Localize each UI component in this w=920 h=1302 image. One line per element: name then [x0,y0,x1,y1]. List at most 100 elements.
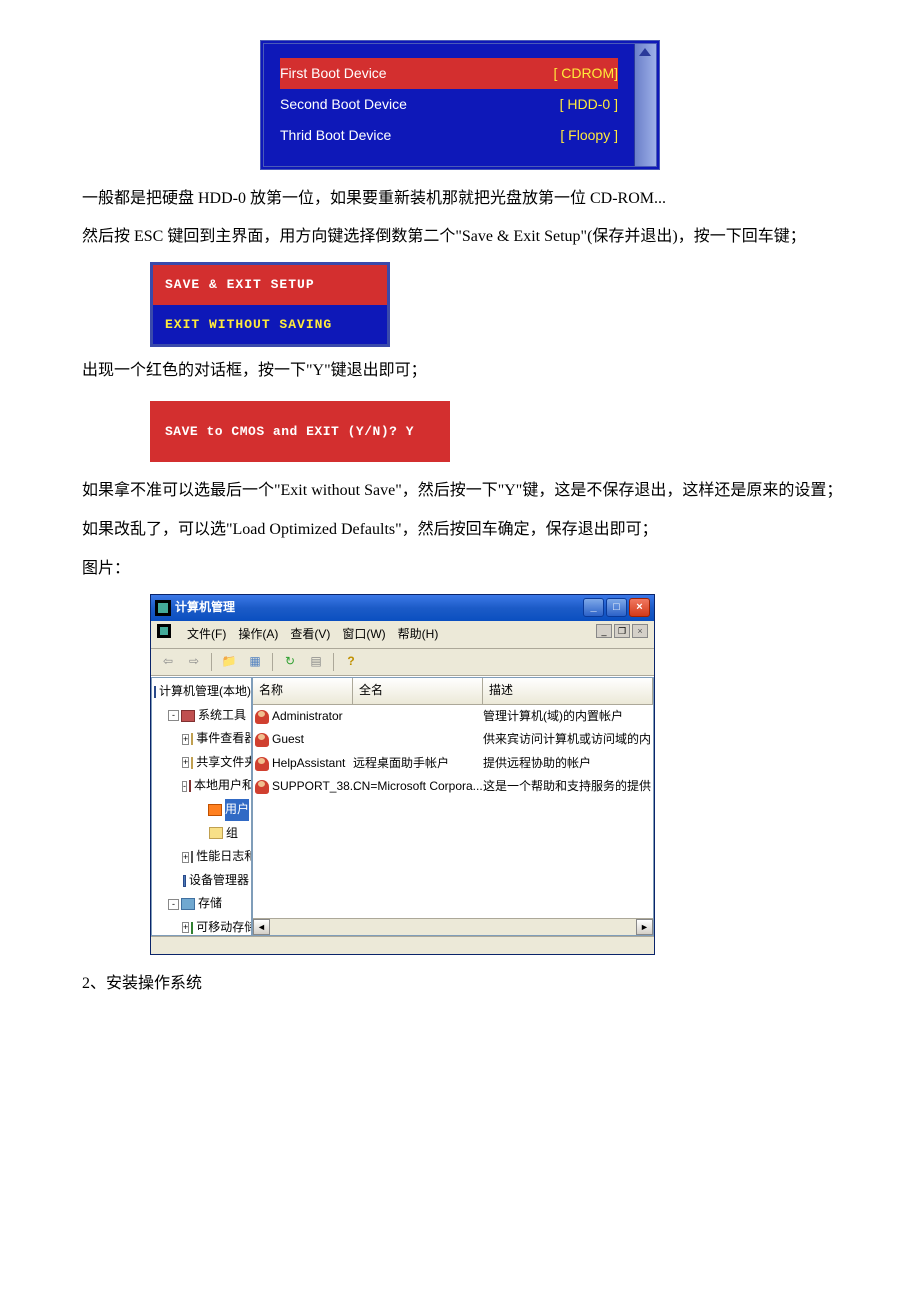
export-button[interactable]: ▤ [305,652,327,672]
menu-window[interactable]: 窗口(W) [342,624,385,646]
computer-icon [154,686,156,698]
cell-fullname: CN=Microsoft Corpora... [353,776,483,798]
cmos-dialog-image: SAVE to CMOS and EXIT (Y/N)? Y [150,401,450,462]
tree-shared-folders[interactable]: +共享文件夹 [154,751,249,775]
menu-file[interactable]: 文件(F) [187,624,226,646]
properties-icon: ▦ [249,651,260,673]
folder-icon [209,827,223,839]
cell-name: Administrator [272,706,343,728]
tree-label: 用户 [225,799,249,821]
user-icon [255,733,269,747]
scroll-right-button[interactable]: ► [636,919,653,935]
scroll-track[interactable] [270,919,636,935]
back-button[interactable]: ⇦ [157,652,179,672]
paragraph-2: 然后按 ESC 键回到主界面，用方向键选择倒数第二个"Save & Exit S… [50,223,870,252]
child-close[interactable]: × [632,624,648,638]
scroll-left-button[interactable]: ◄ [253,919,270,935]
expand-icon[interactable]: + [182,757,189,768]
collapse-icon[interactable]: - [182,781,187,792]
cell-name: SUPPORT_38... [272,776,360,798]
menu-action[interactable]: 操作(A) [238,624,278,646]
child-window-buttons: _ ❐ × [596,624,648,646]
close-button[interactable]: × [629,598,650,617]
help-icon: ? [347,651,354,673]
menu-view[interactable]: 查看(V) [290,624,330,646]
doc-icon [157,624,171,638]
col-name[interactable]: 名称 [253,678,353,705]
window-buttons: _ □ × [583,598,650,617]
paragraph-1: 一般都是把硬盘 HDD-0 放第一位，如果要重新装机那就把光盘放第一位 CD-R… [50,185,870,214]
boot-value: [ CDROM] [553,61,618,86]
child-restore[interactable]: ❐ [614,624,630,638]
tree-label: 可移动存储 [196,917,252,936]
expand-icon[interactable]: + [182,922,189,933]
list-row[interactable]: SUPPORT_38... CN=Microsoft Corpora... 这是… [253,775,653,799]
tree-perf-logs[interactable]: +性能日志和警报 [154,845,249,869]
tree-root[interactable]: 计算机管理(本地) [154,680,249,704]
cell-desc: 供来宾访问计算机或访问域的内 [483,729,651,751]
collapse-icon[interactable]: - [168,899,179,910]
device-icon [183,875,186,887]
tree-label: 事件查看器 [196,728,252,750]
users-group-icon [189,780,191,792]
list-row[interactable]: Guest 供来宾访问计算机或访问域的内 [253,728,653,752]
list-row[interactable]: Administrator 管理计算机(域)的内置帐户 [253,705,653,729]
list-body[interactable]: Administrator 管理计算机(域)的内置帐户 Guest 供来宾访问计… [253,705,653,918]
cell-desc: 管理计算机(域)的内置帐户 [483,706,651,728]
minimize-button[interactable]: _ [583,598,604,617]
boot-row-first: First Boot Device [ CDROM] [280,58,618,89]
refresh-button[interactable]: ↻ [279,652,301,672]
user-icon [255,757,269,771]
menubar: 文件(F) 操作(A) 查看(V) 窗口(W) 帮助(H) _ ❐ × [151,621,654,650]
folder-icon [208,804,222,816]
tree-device-manager[interactable]: 设备管理器 [154,869,249,893]
status-bar [151,936,654,954]
folder-icon [191,733,193,745]
cell-fullname [353,706,483,728]
horizontal-scrollbar[interactable]: ◄ ► [253,918,653,935]
toolbar: ⇦ ⇨ 📁 ▦ ↻ ▤ ? [151,649,654,676]
tree-pane[interactable]: 计算机管理(本地) -系统工具 +事件查看器 +共享文件夹 -本地用户和组 用户… [151,677,252,936]
tree-storage[interactable]: - 存储 [154,892,249,916]
cell-name: HelpAssistant [272,753,345,775]
col-fullname[interactable]: 全名 [353,678,483,705]
list-row[interactable]: HelpAssistant 远程桌面助手帐户 提供远程协助的帐户 [253,752,653,776]
up-button[interactable]: 📁 [218,652,240,672]
expand-icon[interactable]: + [182,734,189,745]
maximize-button[interactable]: □ [606,598,627,617]
collapse-icon[interactable]: - [168,710,179,721]
menu-help[interactable]: 帮助(H) [398,624,439,646]
tree-local-users[interactable]: -本地用户和组 [154,774,249,798]
paragraph-4: 如果拿不准可以选最后一个"Exit without Save"，然后按一下"Y"… [50,477,870,506]
cell-name: Guest [272,729,304,751]
list-header: 名称 全名 描述 [253,678,653,705]
child-minimize[interactable]: _ [596,624,612,638]
window-body: 计算机管理(本地) -系统工具 +事件查看器 +共享文件夹 -本地用户和组 用户… [151,676,654,936]
tree-system-tools[interactable]: -系统工具 [154,704,249,728]
window-title: 计算机管理 [175,597,583,619]
cell-desc: 提供远程协助的帐户 [483,753,651,775]
toolbar-separator [272,653,273,671]
folder-icon [191,757,193,769]
expand-icon[interactable]: + [182,852,189,863]
help-button[interactable]: ? [340,652,362,672]
folder-up-icon: 📁 [222,651,237,673]
list-pane: 名称 全名 描述 Administrator 管理计算机(域)的内置帐户 Gue… [252,677,654,936]
col-description[interactable]: 描述 [483,678,653,705]
bios-scrollbar [634,44,656,166]
storage-icon [181,898,195,910]
tree-users[interactable]: 用户 [154,798,249,822]
properties-button[interactable]: ▦ [244,652,266,672]
tree-groups[interactable]: 组 [154,822,249,846]
exit-no-save-row: EXIT WITHOUT SAVING [153,305,387,344]
forward-button[interactable]: ⇨ [183,652,205,672]
refresh-icon: ↻ [285,651,295,673]
tree-label: 本地用户和组 [194,775,252,797]
tree-label: 设备管理器 [189,870,249,892]
tree-removable[interactable]: + 可移动存储 [154,916,249,936]
arrow-right-icon: ⇨ [189,651,199,673]
arrow-left-icon: ⇦ [163,651,173,673]
tree-label: 存储 [198,893,222,915]
tree-event-viewer[interactable]: + 事件查看器 [154,727,249,751]
boot-row-second: Second Boot Device [ HDD-0 ] [280,89,618,120]
